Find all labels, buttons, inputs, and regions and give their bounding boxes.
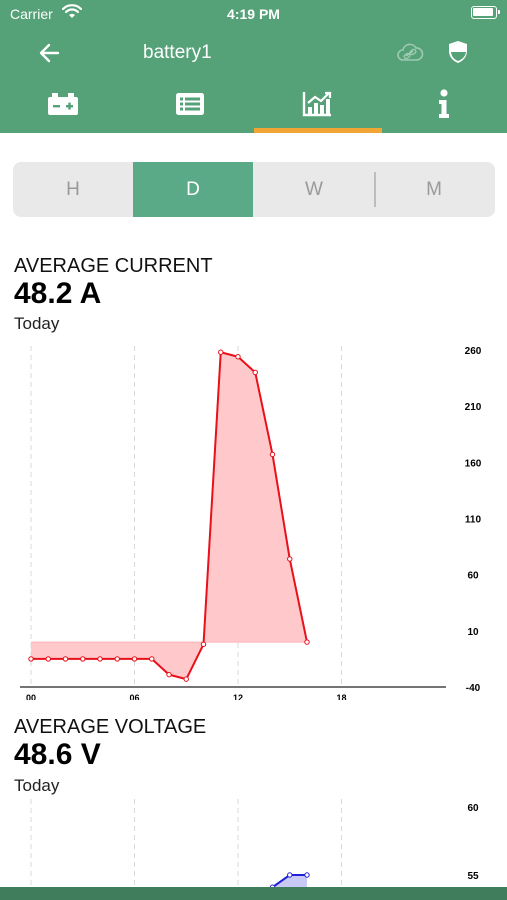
current-point [149, 656, 155, 662]
current-point [45, 656, 51, 662]
status-bar: Carrier 4:19 PM [0, 0, 507, 28]
segment-day[interactable]: D [133, 162, 253, 217]
cloud-link-icon[interactable] [396, 42, 424, 64]
voltage-chart: 60 55 [30, 799, 479, 887]
current-point [200, 641, 207, 648]
current-point [131, 656, 138, 662]
period-segmented-control: H D W M [13, 162, 495, 217]
voltage-y-tick: 55 [467, 871, 479, 882]
current-point [235, 354, 241, 360]
current-point [304, 639, 310, 645]
voltage-value: 48.6 V [14, 738, 101, 771]
current-point [269, 451, 276, 458]
tab-info[interactable] [381, 80, 507, 133]
page-title: battery1 [143, 42, 212, 63]
voltage-period: Today [14, 776, 60, 795]
current-y-tick: 260 [465, 346, 482, 357]
back-arrow-icon[interactable] [36, 40, 64, 66]
segment-week[interactable]: W [254, 162, 374, 217]
battery-status-icon [471, 6, 500, 19]
voltage-point [304, 872, 310, 878]
voltage-point [287, 872, 293, 878]
segment-divider [374, 172, 376, 207]
chart-icon [302, 91, 332, 122]
current-y-tick: 60 [467, 571, 479, 582]
tab-bar [0, 80, 507, 133]
bottom-toolbar [0, 887, 507, 900]
navigation-bar: battery1 [0, 28, 507, 78]
tab-chart[interactable] [254, 80, 380, 133]
current-chart: 00 06 12 18 260 210 160 110 60 10 -40 [20, 346, 482, 700]
info-icon [437, 89, 451, 124]
current-value: 48.2 A [14, 277, 102, 310]
list-icon [175, 92, 205, 121]
current-x-tick: 12 [233, 693, 243, 700]
tab-battery[interactable] [0, 80, 126, 133]
current-x-tick: 06 [129, 693, 139, 700]
current-point [28, 656, 34, 662]
segment-month[interactable]: M [374, 162, 494, 217]
current-x-tick: 00 [26, 693, 36, 700]
current-point [287, 556, 293, 562]
current-point [97, 656, 103, 662]
current-point [218, 349, 224, 355]
current-title: AVERAGE CURRENT [14, 255, 213, 277]
battery-icon [47, 92, 79, 121]
current-point [252, 369, 258, 376]
current-point [80, 656, 86, 662]
current-point [183, 676, 189, 682]
current-y-tick: 10 [467, 627, 479, 638]
current-y-tick: 160 [465, 458, 482, 469]
voltage-title: AVERAGE VOLTAGE [14, 716, 207, 738]
voltage-y-tick: 60 [467, 803, 479, 814]
segment-hour[interactable]: H [13, 162, 133, 217]
current-point [114, 656, 120, 662]
current-y-tick: -40 [466, 683, 481, 694]
shield-icon[interactable] [448, 40, 468, 64]
current-y-tick: 210 [465, 402, 482, 413]
current-point [166, 671, 172, 678]
active-tab-indicator [254, 128, 382, 133]
current-y-tick: 110 [465, 515, 482, 526]
current-x-tick: 18 [336, 693, 346, 700]
tab-list[interactable] [127, 80, 253, 133]
current-period: Today [14, 314, 60, 333]
status-time: 4:19 PM [227, 6, 280, 22]
current-point [62, 656, 69, 662]
current-area [31, 352, 307, 680]
